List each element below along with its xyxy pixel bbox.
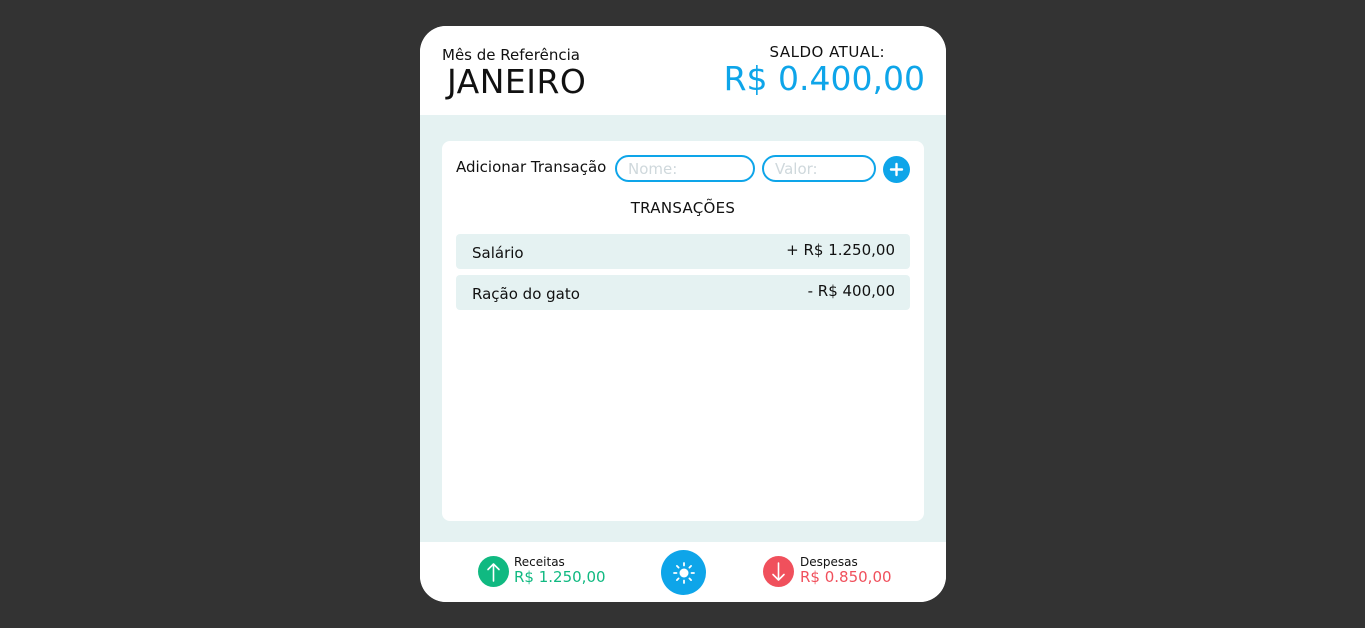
transaction-amount: - R$ 400,00: [807, 282, 895, 300]
transaction-name: Ração do gato: [472, 285, 580, 303]
add-transaction-button[interactable]: [883, 156, 910, 183]
add-transaction-label: Adicionar Transação: [456, 158, 607, 176]
transactions-title: TRANSAÇÕES: [630, 199, 736, 217]
transactions-card: Adicionar Transação TRANSAÇÕES Salário +…: [442, 141, 924, 521]
transaction-amount: + R$ 1.250,00: [786, 241, 895, 259]
expense-value: R$ 0.850,00: [800, 568, 892, 586]
value-input[interactable]: [762, 155, 876, 182]
theme-toggle-button[interactable]: [661, 550, 706, 595]
plus-icon: [889, 162, 904, 177]
transaction-name: Salário: [472, 244, 524, 262]
income-value: R$ 1.250,00: [514, 568, 606, 586]
footer-summary: Receitas R$ 1.250,00 Despesas R$ 0.850,0…: [420, 542, 946, 602]
reference-month-value: JANEIRO: [447, 62, 587, 101]
header: Mês de Referência JANEIRO SALDO ATUAL: R…: [420, 26, 946, 115]
transaction-row[interactable]: Ração do gato - R$ 400,00: [456, 275, 910, 310]
name-input[interactable]: [615, 155, 755, 182]
sun-icon: [672, 561, 695, 584]
balance-value: R$ 0.400,00: [723, 59, 925, 98]
finance-app: Mês de Referência JANEIRO SALDO ATUAL: R…: [420, 26, 946, 602]
expense-label: Despesas: [800, 555, 858, 569]
transaction-row[interactable]: Salário + R$ 1.250,00: [456, 234, 910, 269]
income-label: Receitas: [514, 555, 565, 569]
arrow-down-icon: [763, 556, 794, 587]
arrow-up-icon: [478, 556, 509, 587]
main-panel: Adicionar Transação TRANSAÇÕES Salário +…: [420, 115, 946, 542]
